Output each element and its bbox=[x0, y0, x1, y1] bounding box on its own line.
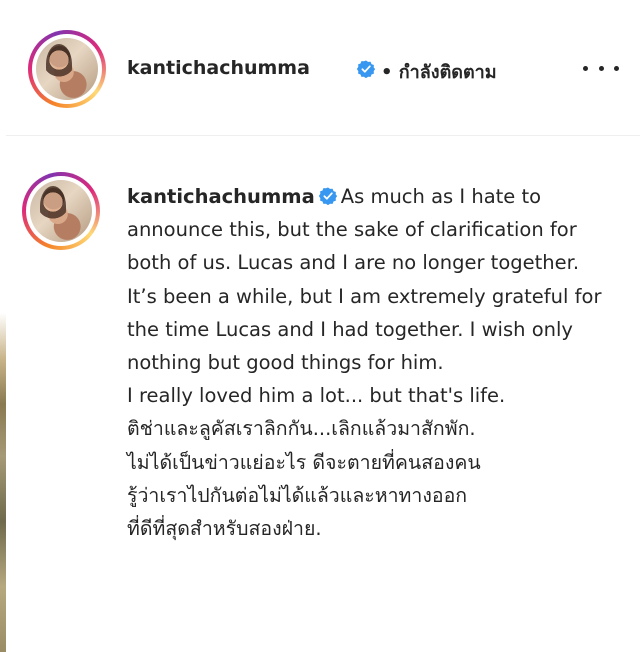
more-options-button[interactable] bbox=[583, 55, 619, 81]
caption-line: ไม่ได้เป็นข่าวแย่อะไร ดีจะตายที่คนสองคน bbox=[127, 450, 481, 474]
caption-line: ติช่าและลูคัสเราลิกกัน...เลิกแล้วมาสักพั… bbox=[127, 417, 476, 441]
avatar-image bbox=[30, 180, 92, 242]
post-caption: kantichachumma As much as I hate to annou… bbox=[127, 180, 607, 545]
profile-avatar[interactable] bbox=[28, 30, 106, 108]
caption-line: รู้ว่าเราไปกันต่อไม่ได้แล้วและหาทางออก bbox=[127, 483, 468, 507]
avatar-image bbox=[36, 38, 98, 100]
verified-badge-icon bbox=[357, 60, 375, 78]
more-horizontal-icon bbox=[583, 65, 588, 71]
caption-line: I really loved him a lot... but that's l… bbox=[127, 384, 506, 408]
header-username-link[interactable]: kantichachumma bbox=[127, 57, 310, 79]
caption-text: As much as I hate to announce this, but … bbox=[127, 185, 602, 375]
caption-username-link[interactable]: kantichachumma bbox=[127, 185, 315, 208]
post-header: kantichachumma • กำลังติดตาม bbox=[6, 0, 640, 136]
caption-line: ที่ดีที่สุดสำหรับสองฝ่าย. bbox=[127, 517, 322, 541]
follow-status-button[interactable]: • กำลังติดตาม bbox=[381, 57, 497, 86]
instagram-post-panel: kantichachumma • กำลังติดตาม kantichachu… bbox=[0, 0, 640, 652]
caption-avatar[interactable] bbox=[22, 172, 100, 250]
verified-badge-icon bbox=[318, 187, 337, 205]
